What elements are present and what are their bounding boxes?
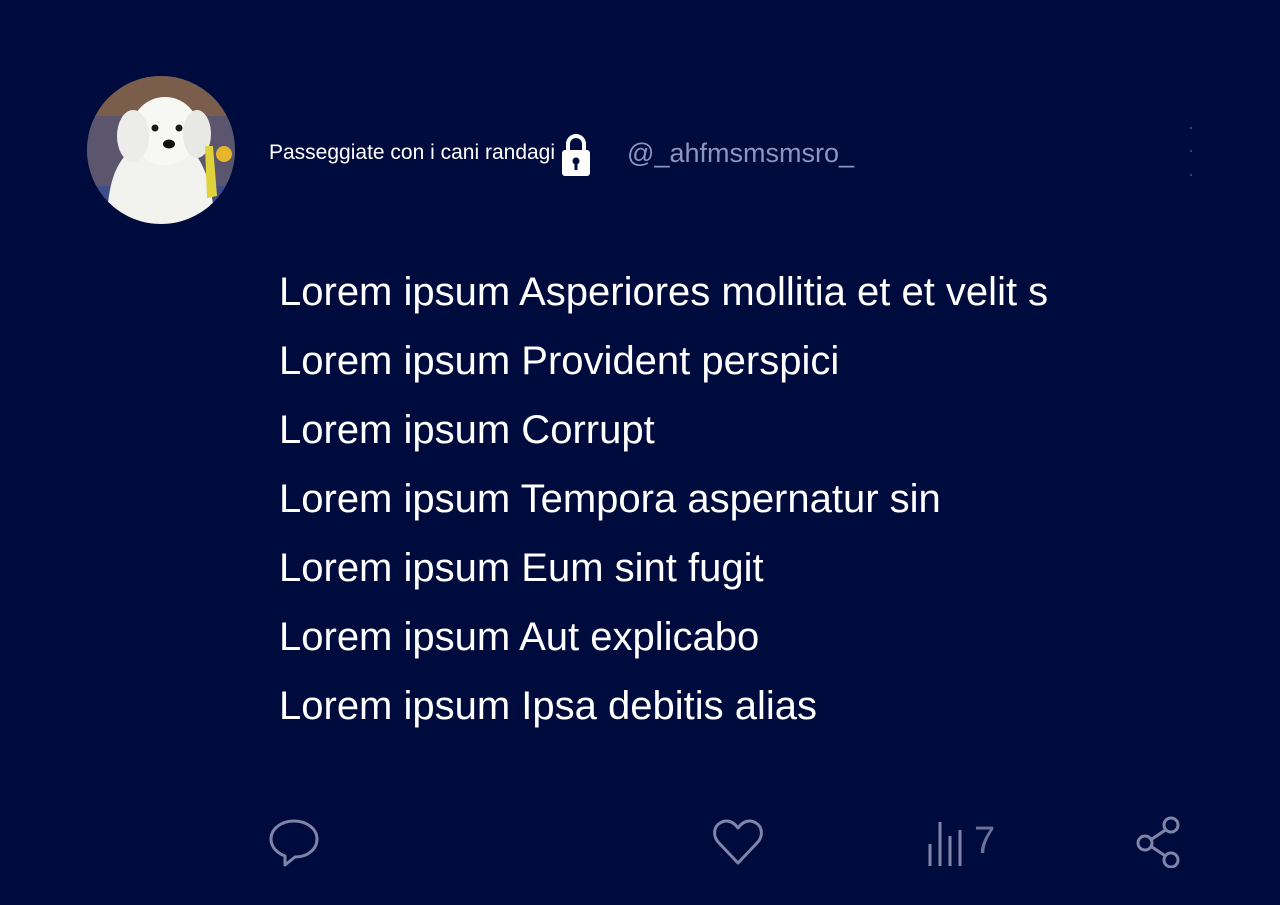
- post-body-line: Lorem ipsum Tempora aspernatur sin: [279, 477, 941, 521]
- post-header: Passeggiate con i cani randagi @_ahfmsms…: [269, 128, 854, 178]
- post-body-line: Lorem ipsum Aut explicabo: [279, 615, 760, 659]
- reply-button[interactable]: [266, 810, 322, 872]
- share-button[interactable]: [1134, 810, 1184, 872]
- avatar[interactable]: [87, 76, 235, 224]
- bar-chart-icon: [928, 822, 962, 866]
- views-button[interactable]: 7: [926, 810, 995, 872]
- heart-icon: [713, 819, 763, 865]
- post-body: Lorem ipsum Asperiores mollitia et et ve…: [279, 258, 1179, 741]
- post-body-line: Lorem ipsum Corrupt: [279, 408, 655, 452]
- post-actions: 7: [0, 810, 1280, 872]
- more-options-icon[interactable]: [1184, 124, 1198, 182]
- author-display-name[interactable]: Passeggiate con i cani randagi: [269, 141, 555, 165]
- post-body-line: Lorem ipsum Asperiores mollitia et et ve…: [279, 270, 1049, 314]
- avatar-dog-image: [87, 76, 235, 224]
- author-handle[interactable]: @_ahfmsmsmsro_: [627, 138, 854, 169]
- comment-icon: [269, 819, 319, 867]
- share-icon: [1136, 816, 1180, 868]
- views-count: 7: [974, 819, 996, 862]
- post-body-line: Lorem ipsum Ipsa debitis alias: [279, 684, 818, 728]
- post-body-line: Lorem ipsum Eum sint fugit: [279, 546, 764, 590]
- lock-icon: [559, 129, 593, 177]
- post-body-line: Lorem ipsum Provident perspici: [279, 339, 840, 383]
- like-button[interactable]: [710, 810, 766, 872]
